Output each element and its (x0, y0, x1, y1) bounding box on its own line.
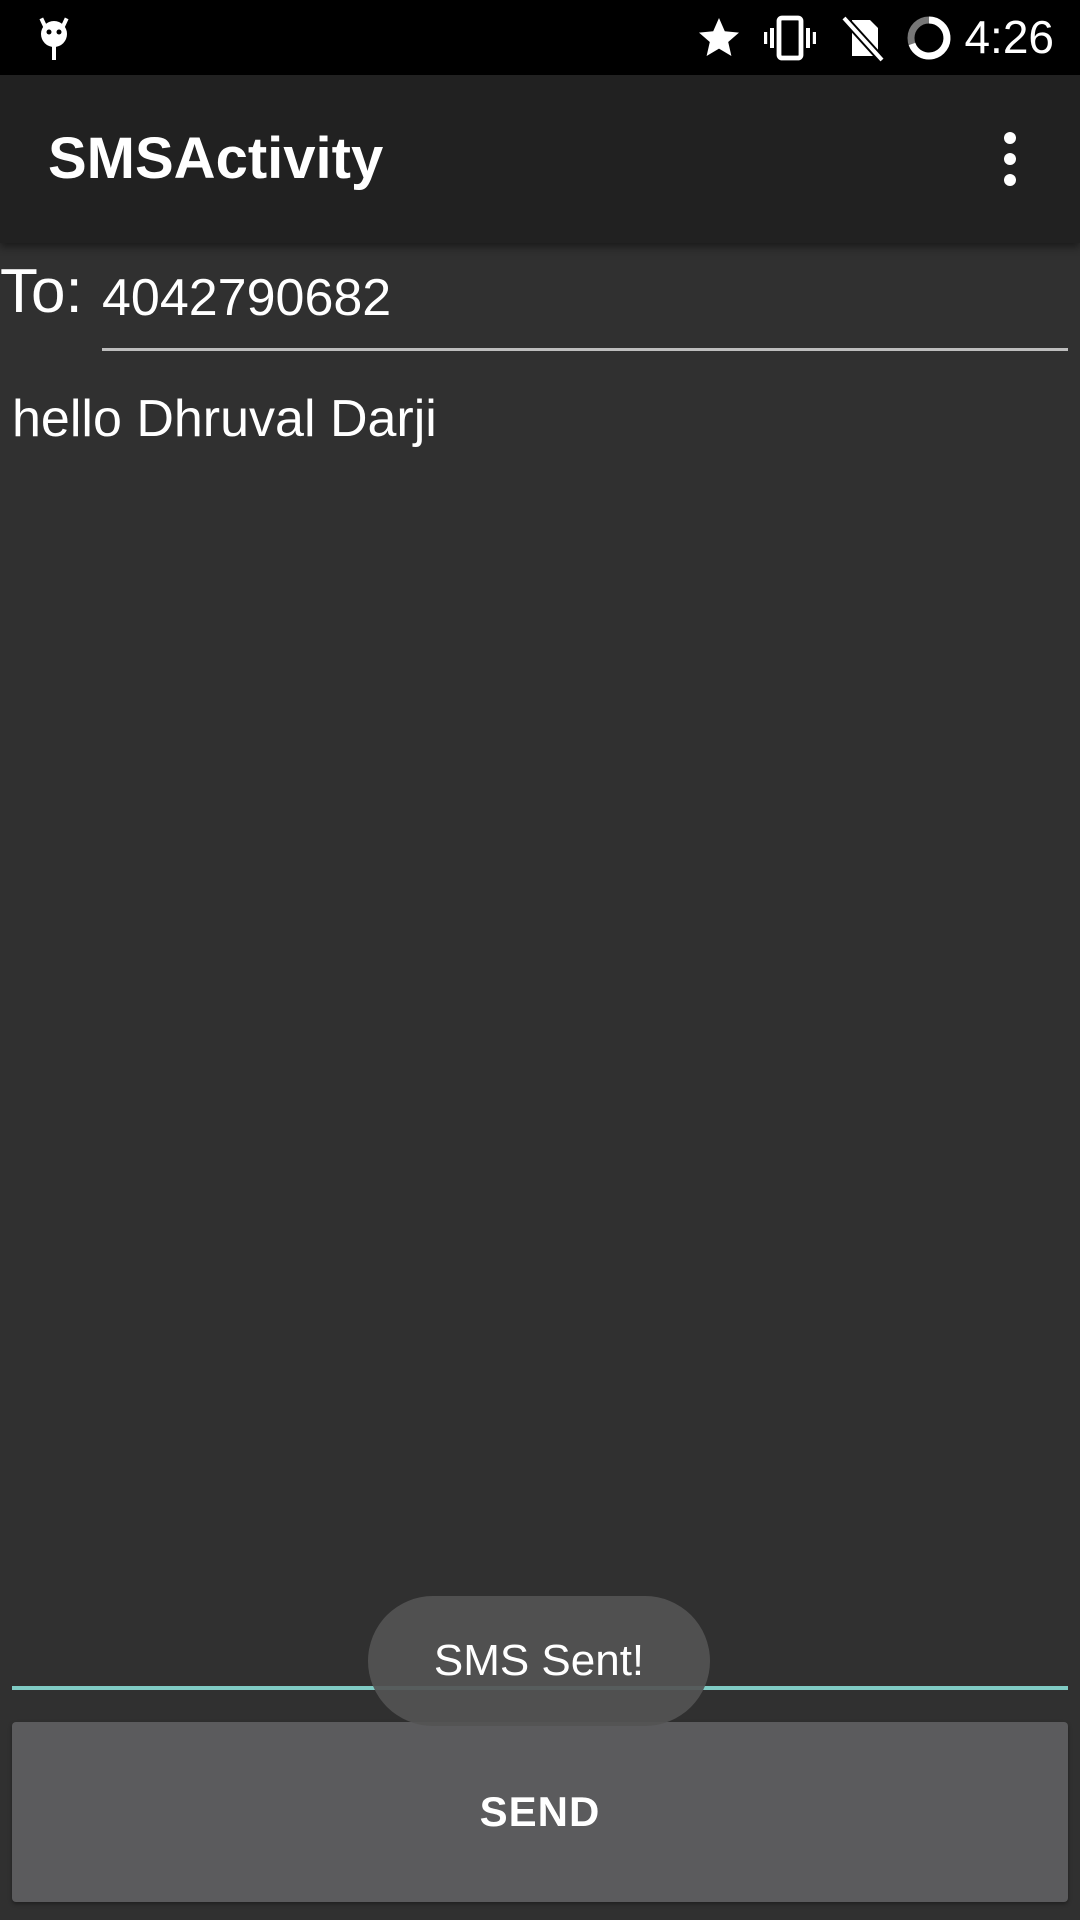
no-sim-icon (838, 10, 888, 65)
recipient-phone-value: 4042790682 (102, 269, 392, 327)
recipient-phone-field[interactable]: 4042790682 (102, 255, 1068, 351)
message-input[interactable]: hello Dhruval Darji (12, 384, 437, 454)
menu-dot (1004, 174, 1016, 186)
overflow-menu-icon[interactable] (970, 119, 1050, 199)
page-title: SMSActivity (48, 126, 384, 191)
send-button[interactable]: SEND (12, 1722, 1068, 1902)
to-label: To: (0, 257, 83, 326)
star-icon (694, 10, 744, 65)
sync-circle-icon (904, 10, 954, 65)
status-bar: 4:26 (0, 0, 1080, 75)
menu-dot (1004, 153, 1016, 165)
android-debug-icon (32, 10, 76, 65)
status-clock: 4:26 (964, 11, 1054, 63)
vibrate-icon (762, 10, 818, 65)
toast-message: SMS Sent! (368, 1596, 710, 1726)
menu-dot (1004, 132, 1016, 144)
sms-activity-screen: 4:26 SMSActivity To: 4042790682 hello Dh… (0, 0, 1080, 1920)
app-bar: SMSActivity (0, 75, 1080, 243)
